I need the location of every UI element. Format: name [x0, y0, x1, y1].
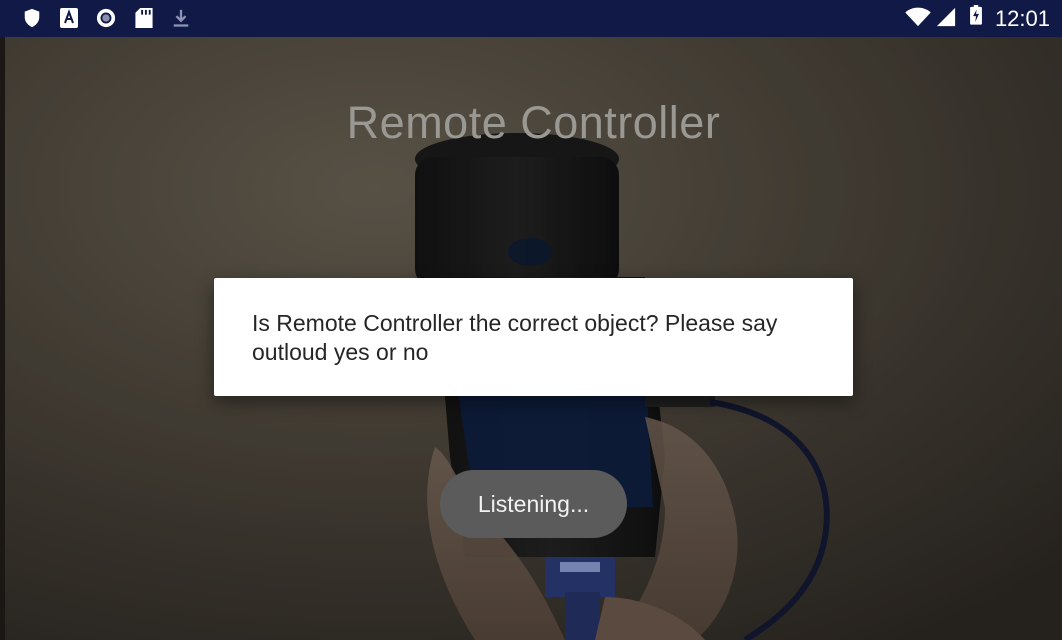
dialog-message: Is Remote Controller the correct object?… [252, 310, 778, 365]
battery-charging-icon [970, 5, 982, 25]
sd-card-icon [135, 8, 153, 28]
app-title: Remote Controller [346, 97, 721, 148]
circle-record-icon [96, 8, 116, 28]
wifi-icon [905, 7, 931, 27]
shield-icon [24, 8, 40, 28]
a11y-font-icon [60, 8, 78, 28]
confirmation-dialog: Is Remote Controller the correct object?… [214, 278, 853, 396]
cell-signal-icon [936, 7, 956, 27]
download-icon [173, 9, 189, 27]
status-time: 12:01 [994, 6, 1050, 31]
app-screen: 12:01 Remote Controller Is Remote Contro… [0, 0, 1062, 640]
listening-toast: Listening... [440, 470, 627, 538]
status-bar: 12:01 [0, 0, 1062, 37]
